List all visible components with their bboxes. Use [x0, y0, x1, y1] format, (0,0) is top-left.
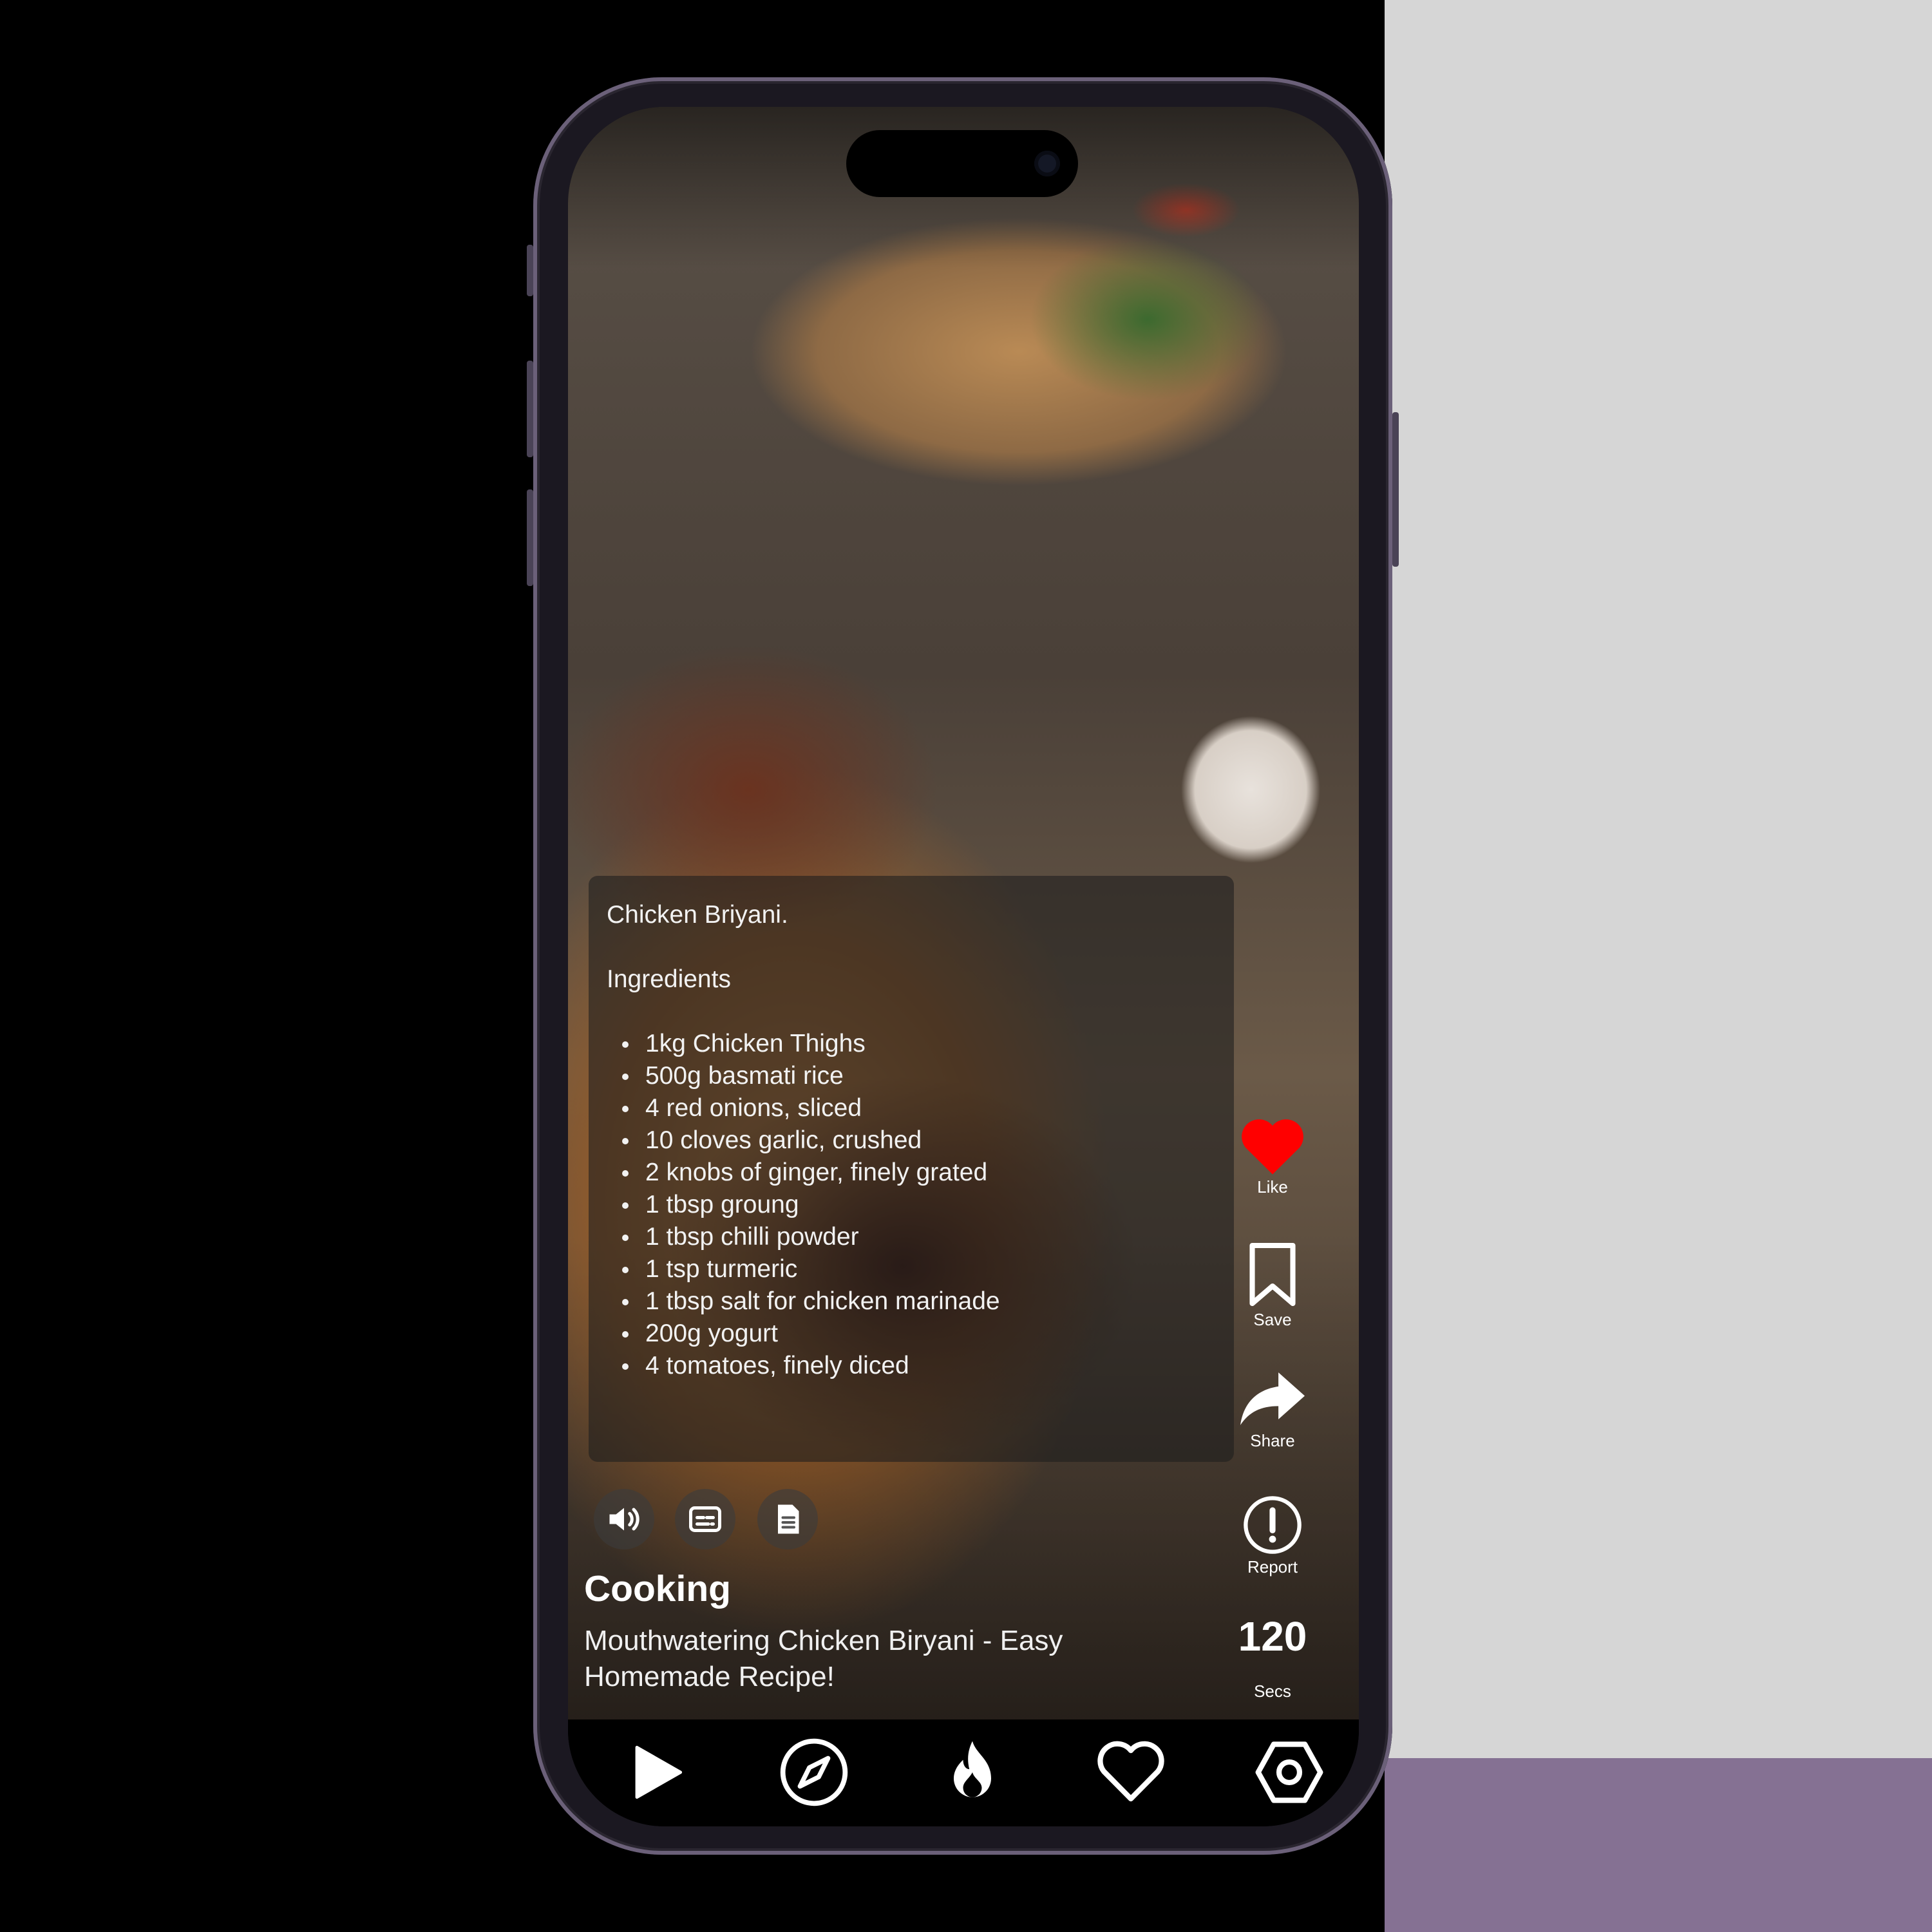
recipe-title: Chicken Briyani.: [607, 901, 788, 929]
report-button[interactable]: Report: [1227, 1493, 1318, 1577]
speaker-icon: [609, 1508, 639, 1531]
timer-unit: Secs: [1254, 1681, 1291, 1701]
ingredient-item: 1 tbsp chilli powder: [607, 1221, 1000, 1253]
tab-play[interactable]: [618, 1735, 693, 1810]
phone-power-button: [1392, 412, 1399, 567]
front-camera: [1034, 151, 1060, 176]
ingredient-item: 1kg Chicken Thighs: [607, 1028, 1000, 1060]
like-button[interactable]: Like: [1227, 1113, 1318, 1197]
hexagon-settings-icon: [1255, 1741, 1323, 1803]
tab-explore[interactable]: [777, 1735, 851, 1810]
ingredient-item: 1 tbsp groung: [607, 1189, 1000, 1221]
background-grey-panel: [1385, 0, 1932, 1758]
heart-outline-icon: [1097, 1741, 1164, 1802]
timer-value: 120: [1238, 1613, 1307, 1660]
subtitles-icon: [689, 1506, 721, 1532]
tab-favorites[interactable]: [1094, 1735, 1168, 1810]
recipe-text-toggle-button[interactable]: [757, 1489, 818, 1549]
phone-screen: Chicken Briyani. Ingredients 1kg Chicken…: [568, 107, 1359, 1826]
alert-circle-icon: [1244, 1496, 1302, 1554]
sound-toggle-button[interactable]: [594, 1489, 654, 1549]
save-label: Save: [1253, 1310, 1292, 1329]
phone-volume-up-button: [527, 361, 533, 457]
like-label: Like: [1257, 1177, 1288, 1197]
ingredient-item: 4 tomatoes, finely diced: [607, 1350, 1000, 1382]
ingredient-list: 1kg Chicken Thighs 500g basmati rice 4 r…: [607, 1028, 1000, 1382]
ingredient-item: 200g yogurt: [607, 1318, 1000, 1350]
ingredient-item: 500g basmati rice: [607, 1060, 1000, 1092]
share-arrow-icon: [1240, 1372, 1305, 1425]
phone-side-button: [527, 245, 533, 296]
bookmark-icon: [1249, 1242, 1296, 1307]
category-title: Cooking: [584, 1568, 731, 1609]
play-icon: [635, 1745, 683, 1799]
compass-icon: [780, 1738, 848, 1806]
heart-filled-icon: [1242, 1119, 1303, 1175]
video-title: Mouthwatering Chicken Biryani - Easy Hom…: [584, 1625, 1063, 1692]
tab-settings[interactable]: [1252, 1735, 1327, 1810]
share-button[interactable]: Share: [1227, 1367, 1318, 1450]
report-label: Report: [1247, 1557, 1298, 1577]
ingredient-item: 2 knobs of ginger, finely grated: [607, 1157, 1000, 1189]
ingredient-item: 4 red onions, sliced: [607, 1092, 1000, 1124]
share-label: Share: [1250, 1431, 1295, 1450]
ingredient-item: 1 tsp turmeric: [607, 1253, 1000, 1285]
ingredients-heading: Ingredients: [607, 965, 731, 993]
background-purple-panel: [1385, 1758, 1932, 1932]
recipe-card: Chicken Briyani. Ingredients 1kg Chicken…: [589, 876, 1234, 1462]
ingredient-item: 10 cloves garlic, crushed: [607, 1124, 1000, 1157]
bottom-tab-bar: [568, 1719, 1359, 1826]
tab-trending[interactable]: [935, 1735, 1010, 1810]
save-button[interactable]: Save: [1227, 1239, 1318, 1329]
flame-icon: [954, 1741, 991, 1797]
subtitles-toggle-button[interactable]: [675, 1489, 735, 1549]
document-icon: [778, 1504, 799, 1534]
phone-volume-down-button: [527, 489, 533, 586]
ingredient-item: 1 tbsp salt for chicken marinade: [607, 1285, 1000, 1318]
